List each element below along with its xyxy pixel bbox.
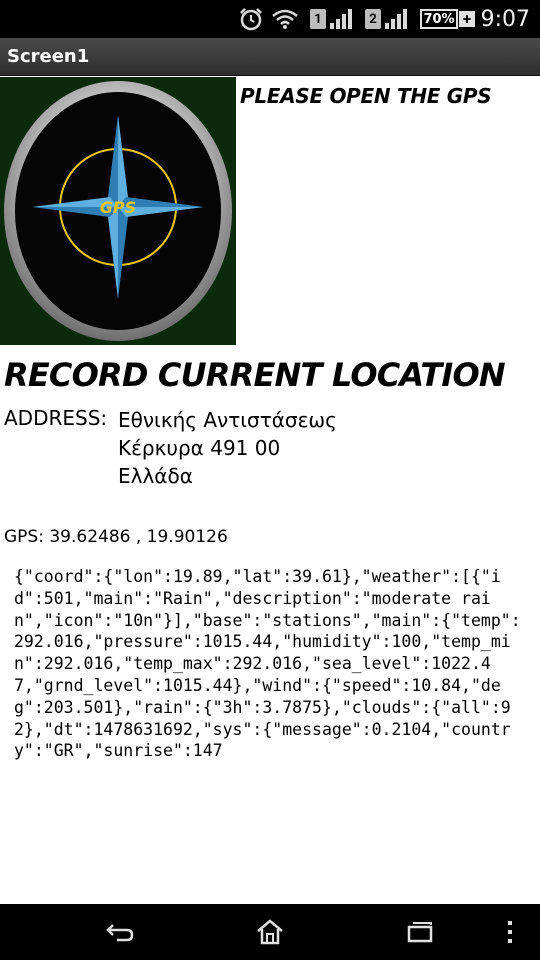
- record-location-button[interactable]: RECORD CURRENT LOCATION: [4, 356, 506, 394]
- overflow-menu-icon[interactable]: [490, 914, 530, 950]
- address-street: Εθνικής Αντιστάσεως: [118, 408, 337, 432]
- sim1-badge: 1: [310, 9, 326, 29]
- home-icon[interactable]: [250, 914, 290, 950]
- address-label: ADDRESS:: [4, 406, 108, 430]
- battery-icon: 70% +: [420, 0, 475, 38]
- gps-compass-image[interactable]: GPS: [0, 77, 236, 345]
- weather-json-text: {"coord":{"lon":19.89,"lat":39.61},"weat…: [14, 567, 521, 761]
- address-city: Κέρκυρα 491 00: [118, 436, 281, 460]
- recent-apps-icon[interactable]: [400, 914, 440, 950]
- navigation-bar: [0, 904, 540, 960]
- sim2-badge: 2: [365, 9, 381, 29]
- scroll-fade: [0, 786, 540, 808]
- wifi-icon: [272, 0, 298, 38]
- app-title-bar: Screen1: [0, 38, 540, 76]
- address-country: Ελλάδα: [118, 464, 193, 488]
- gps-coordinates: GPS: 39.62486 , 19.90126: [4, 527, 228, 547]
- open-gps-prompt: PLEASE OPEN THE GPS: [240, 84, 492, 108]
- back-icon[interactable]: [100, 914, 140, 950]
- battery-charging-icon: +: [459, 10, 475, 28]
- battery-level: 70%: [420, 9, 458, 29]
- sim2-signal-icon: 2: [365, 0, 407, 38]
- sim1-signal-icon: 1: [310, 0, 352, 38]
- status-bar: 1 2 70% + 9:07: [0, 0, 540, 38]
- clock: 9:07: [480, 6, 530, 32]
- gps-image-label: GPS: [100, 198, 136, 217]
- app-title: Screen1: [7, 46, 90, 67]
- alarm-icon: [238, 0, 264, 38]
- address-value: Εθνικής Αντιστάσεως Κέρκυρα 491 00 Ελλάδ…: [118, 406, 337, 490]
